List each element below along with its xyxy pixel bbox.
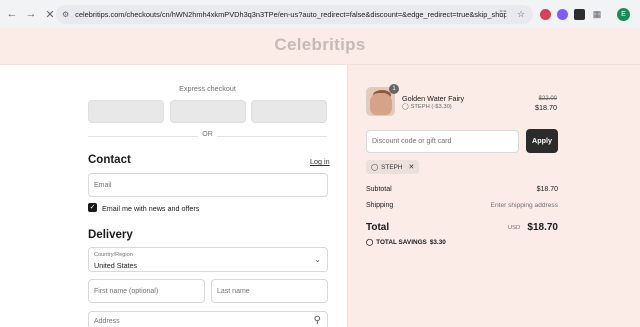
express-pay-button-2[interactable] [170, 100, 246, 123]
extension-purple-icon[interactable] [557, 8, 568, 20]
apply-button[interactable]: Apply [526, 129, 558, 153]
country-label: Country/Region [94, 252, 133, 258]
extension-dark-icon[interactable] [574, 8, 585, 20]
savings-value: $3.30 [429, 238, 446, 246]
subtotal-value: $18.70 [536, 186, 558, 193]
express-checkout-title: Express checkout [179, 84, 236, 93]
total-currency: USD [508, 225, 521, 231]
applied-code: STEPH [381, 163, 403, 171]
applied-discount-chip: ◯ STEPH ✕ [366, 160, 420, 174]
tag-icon: ◯ [366, 239, 374, 246]
last-name-field[interactable]: Last name [211, 279, 328, 303]
total-label: Total [366, 222, 390, 233]
or-divider: OR [88, 131, 327, 141]
first-name-field[interactable]: First name (optional) [88, 279, 205, 303]
product-name: Golden Water Fairy [402, 94, 465, 103]
discount-placeholder: Discount code or gift card [372, 138, 452, 145]
bookmark-star-icon[interactable]: ☆ [515, 8, 527, 20]
remove-discount-icon[interactable]: ✕ [408, 163, 414, 171]
extensions-puzzle-icon[interactable]: ▦ [591, 8, 603, 20]
or-text: OR [202, 131, 213, 138]
contact-heading: Contact [88, 154, 131, 166]
site-info-icon[interactable]: ⚙ [62, 10, 69, 19]
first-name-placeholder: First name (optional) [94, 288, 159, 295]
login-link[interactable]: Log in [310, 157, 330, 166]
address-bar[interactable]: ⚙ celebritips.com/checkouts/cn/hWN2hmh4x… [56, 5, 533, 24]
final-price: $18.70 [535, 103, 557, 112]
newsletter-label: Email me with news and offers [102, 204, 200, 213]
quantity-badge: 1 [389, 84, 399, 94]
last-name-placeholder: Last name [217, 288, 250, 295]
country-select[interactable]: Country/Region United States ⌄ [88, 247, 328, 272]
browser-toolbar: ← → ✕ ⚙ celebritips.com/checkouts/cn/hWN… [0, 0, 640, 28]
tag-icon: ◯ [402, 104, 409, 110]
tag-icon: ◯ [371, 164, 379, 171]
express-pay-button-3[interactable] [251, 100, 327, 123]
email-placeholder: Email [94, 182, 112, 189]
express-pay-button-1[interactable] [88, 100, 164, 123]
address-placeholder: Address [94, 318, 120, 325]
discount-code-input[interactable]: Discount code or gift card [366, 130, 519, 153]
country-value: United States [94, 261, 138, 270]
savings-label: TOTAL SAVINGS [376, 238, 427, 246]
url-text[interactable]: celebritips.com/checkouts/cn/hWN2hmh4xkm… [75, 10, 505, 19]
product-discount-text: STEPH (-$3.30) [410, 104, 452, 110]
translate-icon[interactable]: ☷ [497, 8, 509, 20]
search-icon: ⚲ [313, 315, 321, 326]
store-logo[interactable]: Celebritips [0, 35, 640, 55]
original-price: $22.00 [538, 96, 557, 102]
shipping-value: Enter shipping address [490, 202, 558, 209]
back-icon[interactable]: ← [4, 6, 20, 22]
profile-avatar[interactable]: E [617, 8, 630, 21]
subtotal-label: Subtotal [366, 186, 392, 193]
product-discount: ◯ STEPH (-$3.30) [402, 104, 452, 110]
newsletter-checkbox[interactable]: ✓ [88, 203, 97, 212]
forward-icon[interactable]: → [23, 6, 39, 22]
email-field[interactable]: Email [88, 173, 328, 197]
extension-red-icon[interactable] [540, 8, 551, 20]
chevron-down-icon: ⌄ [314, 255, 321, 264]
delivery-heading: Delivery [88, 229, 133, 241]
address-field[interactable]: Address ⚲ [88, 311, 328, 327]
store-header: Celebritips [0, 28, 640, 65]
total-value: $18.70 [527, 222, 558, 233]
total-savings: ◯ TOTAL SAVINGS $3.30 [366, 238, 446, 247]
shipping-label: Shipping [366, 202, 394, 209]
